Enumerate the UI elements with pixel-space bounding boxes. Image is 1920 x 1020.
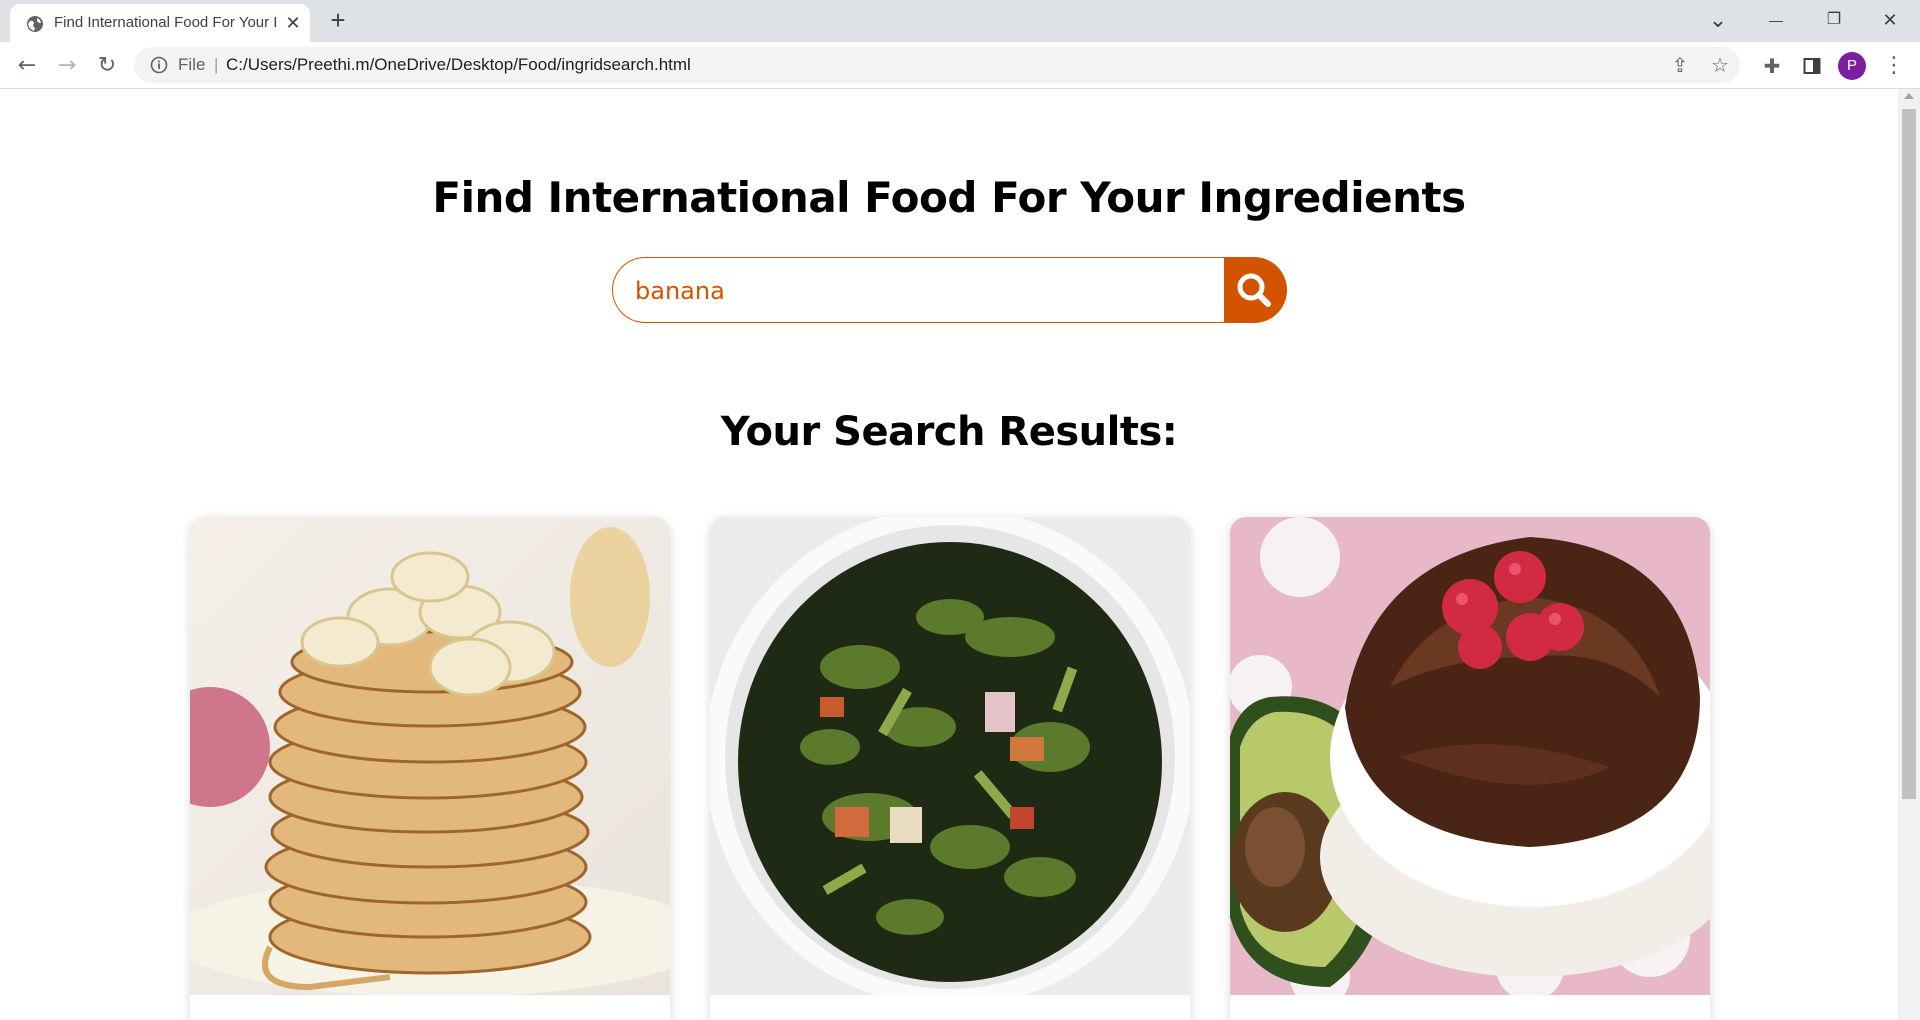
recipe-card[interactable] <box>1230 517 1710 1020</box>
results-heading: Your Search Results: <box>720 409 1178 455</box>
page-content: Find International Food For Your Ingredi… <box>0 89 1898 1020</box>
file-label: File <box>178 55 206 74</box>
tab-strip: Find International Food For Your Ingredi… <box>0 0 1920 42</box>
reload-icon[interactable]: ↻ <box>91 50 123 82</box>
address-bar[interactable]: File | C:/Users/Preethi.m/OneDrive/Deskt… <box>134 47 1740 83</box>
scrollbar-thumb[interactable] <box>1902 109 1916 799</box>
page-title: Find International Food For Your Ingredi… <box>432 173 1466 222</box>
tab-title: Find International Food For Your Ingredi… <box>54 14 278 31</box>
search-button[interactable] <box>1224 257 1287 323</box>
page-scrollbar[interactable] <box>1898 89 1920 1020</box>
extensions-puzzle-icon[interactable]: ✚ <box>1756 50 1788 82</box>
side-panel-icon[interactable] <box>1796 50 1828 82</box>
url-text[interactable]: C:/Users/Preethi.m/OneDrive/Desktop/Food… <box>226 55 691 75</box>
search-icon <box>1237 273 1271 307</box>
bookmark-star-icon[interactable]: ☆ <box>1706 51 1734 79</box>
collard-greens-image <box>710 517 1190 995</box>
recipe-card[interactable] <box>710 517 1190 1020</box>
browser-toolbar: ← → ↻ File | C:/Users/Preethi.m/OneDrive… <box>0 42 1920 89</box>
info-icon[interactable] <box>150 56 168 74</box>
tab-close-button[interactable]: ✕ <box>282 12 304 34</box>
forward-arrow-icon[interactable]: → <box>51 50 83 82</box>
restore-button[interactable]: ❐ <box>1806 0 1862 42</box>
profile-avatar[interactable]: P <box>1838 52 1866 80</box>
search-input[interactable] <box>633 271 1197 311</box>
active-tab[interactable]: Find International Food For Your Ingredi… <box>10 4 310 42</box>
recipe-card[interactable] <box>190 517 670 1020</box>
back-arrow-icon[interactable]: ← <box>11 50 43 82</box>
new-tab-button[interactable]: + <box>324 6 352 34</box>
url-separator: | <box>214 55 219 74</box>
banana-pancakes-image <box>190 517 670 995</box>
share-icon[interactable]: ⇪ <box>1666 51 1694 79</box>
chocolate-avocado-pudding-image <box>1230 517 1710 995</box>
scroll-up-arrow-icon[interactable] <box>1904 93 1914 99</box>
search-box <box>612 257 1224 323</box>
more-menu-icon[interactable]: ⋮ <box>1878 50 1910 82</box>
globe-icon <box>27 16 43 32</box>
minimize-button[interactable]: — <box>1748 0 1804 42</box>
close-window-button[interactable]: ✕ <box>1862 0 1918 42</box>
tab-search-button[interactable]: ⌄ <box>1690 0 1746 42</box>
